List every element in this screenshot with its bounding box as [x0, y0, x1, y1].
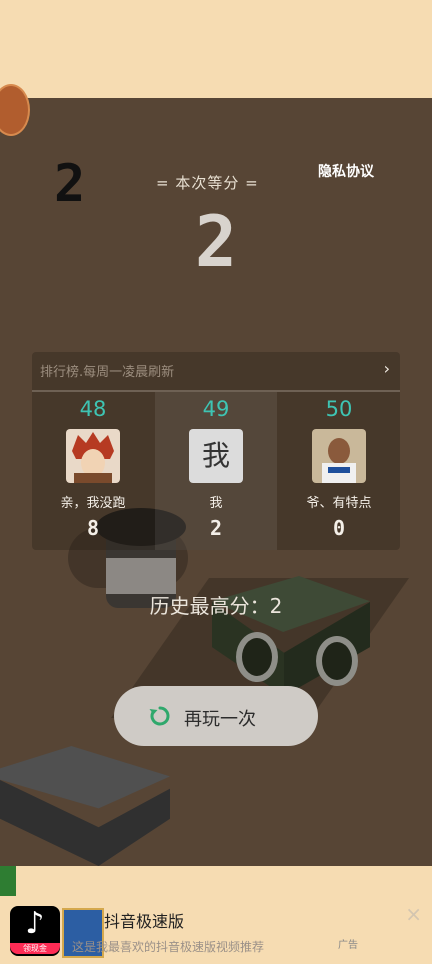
leaderboard-entry-me: 49 我 我 2 — [155, 392, 277, 550]
rank: 50 — [325, 397, 353, 421]
ad-tag: 广告 — [338, 940, 358, 951]
leaderboard-header[interactable]: 排行榜.每周一凌晨刷新 › — [32, 352, 400, 392]
leaderboard: 排行榜.每周一凌晨刷新 › 48 亲，我没跑 8 49 我 我 2 50 爷、有… — [32, 352, 400, 550]
replay-label: 再玩一次 — [184, 709, 256, 730]
box-ring-left — [236, 632, 278, 682]
rank: 48 — [79, 397, 107, 421]
player-score: 2 — [209, 516, 223, 540]
ad-title[interactable]: 抖音极速版 — [104, 908, 184, 932]
player-score: 0 — [332, 516, 346, 540]
privacy-link[interactable]: 隐私协议 — [318, 161, 374, 181]
this-round-label: = 本次等分 = — [156, 174, 259, 192]
close-icon[interactable]: × — [405, 902, 422, 926]
ad-description[interactable]: 这是我最喜欢的抖音极速版视频推荐 — [72, 938, 334, 955]
player-name: 亲，我没跑 — [60, 496, 126, 511]
avatar — [66, 429, 120, 483]
ad-banner[interactable]: ♪ 领现金 抖音极速版 这是我最喜欢的抖音极速版视频推荐 广告 × — [0, 866, 432, 964]
player-name: 我 — [209, 496, 223, 511]
best-score: 历史最高分：2 — [149, 594, 283, 618]
box-ring-right — [316, 636, 358, 686]
replay-button[interactable]: 再玩一次 — [114, 686, 318, 746]
leaderboard-entry: 50 爷、有特点 0 — [278, 392, 400, 550]
rank: 49 — [202, 397, 230, 421]
chevron-right-icon[interactable]: › — [384, 359, 390, 378]
player-score: 8 — [86, 516, 100, 540]
ad-decoration — [0, 866, 16, 896]
player-name: 爷、有特点 — [306, 496, 372, 511]
current-score: 2 — [194, 201, 238, 283]
top-bar — [0, 0, 432, 98]
avatar: 我 — [189, 429, 243, 483]
leaderboard-title: 排行榜.每周一凌晨刷新 — [40, 365, 175, 380]
leaderboard-entry: 48 亲，我没跑 8 — [32, 392, 154, 550]
replay-icon — [148, 704, 172, 728]
tiktok-logo-icon[interactable]: ♪ 领现金 — [10, 906, 60, 956]
ad-app-badge: 领现金 — [10, 943, 60, 954]
avatar — [312, 429, 366, 483]
gray-block — [0, 746, 170, 866]
small-score: 2 — [54, 154, 86, 214]
